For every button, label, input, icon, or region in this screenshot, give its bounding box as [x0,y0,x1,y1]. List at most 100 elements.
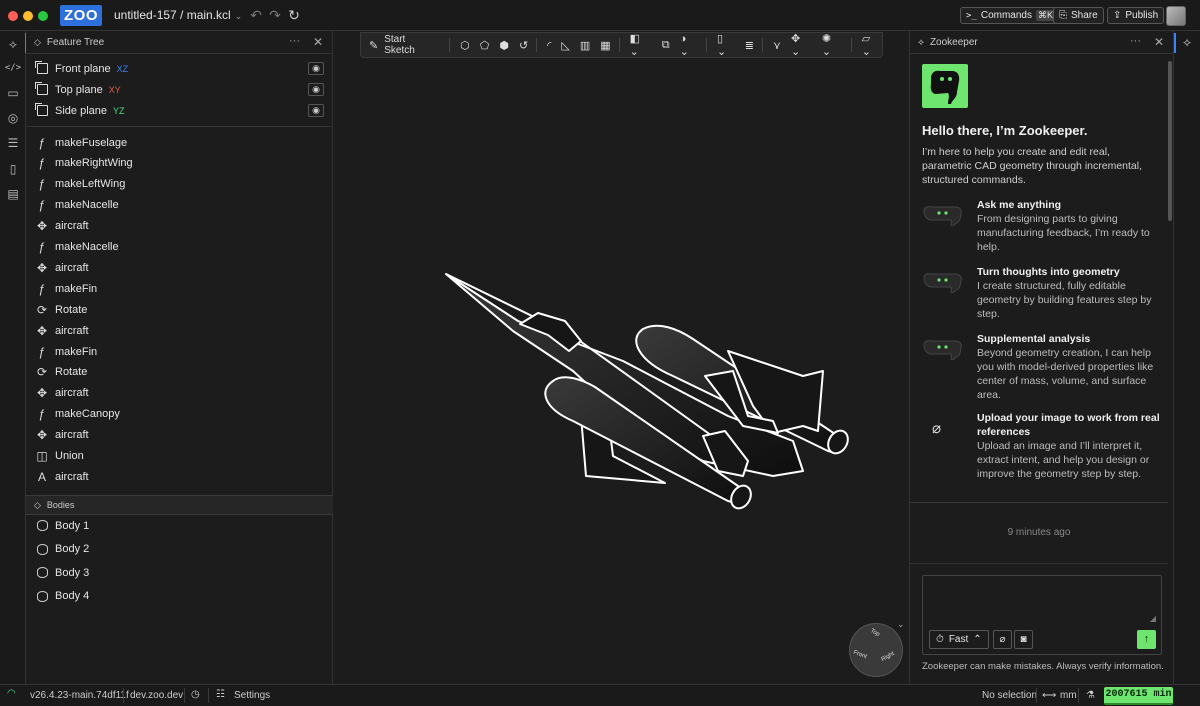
feature-label: aircraft [55,429,89,442]
hide-eye-icon[interactable]: ◉ [308,104,324,117]
feature-row[interactable]: ◫ Union [26,446,333,467]
file-icon[interactable]: ▯ [4,160,22,178]
share-icon: ⎘ [1059,10,1067,21]
cylinder-icon [35,589,49,603]
logs-icon[interactable]: ▤ [4,185,22,203]
feature-row[interactable]: ƒ makeNacelle [26,237,333,258]
refresh-icon[interactable]: ↻ [285,6,303,24]
feature-row[interactable]: ƒ makeCanopy [26,404,333,425]
list-icon[interactable]: ☰ [4,134,22,152]
publish-button[interactable]: ⇪ Publish [1107,7,1165,24]
feature-row[interactable]: ✥ aircraft [26,425,333,446]
body-label: Body 3 [55,566,90,579]
resize-handle-icon[interactable]: ◢ [1150,614,1156,623]
zookeeper-mascot-icon [922,64,968,108]
plane-axis: XZ [116,63,129,74]
feature-row[interactable]: ✥ aircraft [26,383,333,404]
hide-eye-icon[interactable]: ◉ [308,83,324,96]
app-window: ZOO untitled-157 / main.kcl ⌄ ↶ ↷ ↻ >_ Co… [0,0,1200,706]
rotate-icon: ⟳ [36,302,48,317]
commands-button[interactable]: >_ Commands ⌘K [960,7,1061,24]
wifi-icon[interactable]: ◠ [7,688,16,699]
terminal-icon: >_ [966,10,977,21]
status-divider [208,688,209,703]
feature-row[interactable]: ƒ makeFin [26,341,333,362]
units-button[interactable]: mm [1060,690,1077,701]
share-button[interactable]: ⎘ Share [1053,7,1104,24]
view-cube[interactable]: Top Front Right [849,623,903,677]
feature-row[interactable]: Aaircraft [26,466,333,487]
zookeeper-title: Zookeeper [929,36,978,48]
feature-label: makeFin [55,345,98,358]
plane-label: Side plane [55,104,107,117]
view-cube-front[interactable]: Front [852,650,867,660]
feature-row[interactable]: ƒ makeFin [26,278,333,299]
camera-icon[interactable]: ◙ [1014,630,1033,649]
zookeeper-panel: ⟡ Zookeeper ··· ✕ Hello there, I’m Zooke… [909,31,1173,684]
avatar[interactable] [1166,6,1186,26]
more-options-icon[interactable]: ··· [289,35,300,47]
feature-label: aircraft [55,470,89,483]
undo-icon[interactable]: ↶ [247,6,265,24]
scrollbar[interactable] [1168,61,1172,221]
close-icon[interactable]: ✕ [1154,35,1164,49]
version-label[interactable]: v26.4.23-main.74df11f [30,690,129,701]
env-label[interactable]: dev.zoo.dev [130,690,183,701]
zoo-logo[interactable]: ZOO [60,5,102,26]
plane-row[interactable]: Top plane XY ◉ [26,79,333,100]
view-cube-right[interactable]: Right [880,651,895,663]
feature-row[interactable]: ƒ makeFuselage [26,132,333,153]
plane-label: Front plane [55,62,111,75]
hide-eye-icon[interactable]: ◉ [308,62,324,75]
minimize-window-button[interactable] [23,11,33,21]
redo-icon[interactable]: ↷ [266,6,284,24]
body-label: Body 1 [55,519,90,532]
compass-icon[interactable]: ◎ [4,109,22,127]
close-icon[interactable]: ✕ [313,35,323,49]
chat-input[interactable]: ◢ ⏱ Fast ⌃ ⌀ ◙ ↑ [922,575,1162,655]
feature-row[interactable]: ⟳ Rotate [26,362,333,383]
chevron-down-icon[interactable]: ⌄ [897,619,905,630]
feature-row[interactable]: ⟳ Rotate [26,299,333,320]
zoom-window-button[interactable] [38,11,48,21]
mode-select[interactable]: ⏱ Fast ⌃ [929,630,989,649]
cylinder-icon [35,566,49,580]
body-row[interactable]: Body 4 [26,586,333,607]
capability-title: Ask me anything [977,199,1062,211]
feature-row[interactable]: ƒ makeLeftWing [26,174,333,195]
plane-row[interactable]: Side plane YZ ◉ [26,100,333,121]
plane-row[interactable]: Front plane XZ ◉ [26,58,333,79]
project-menu[interactable]: untitled-157 / main.kcl ⌄ [114,8,242,22]
feature-tree-icon[interactable]: ⟡ [4,35,22,53]
feature-tree-title: Feature Tree [46,36,105,48]
feature-row[interactable]: ✥ aircraft [26,257,333,278]
code-icon[interactable]: </> [4,59,22,77]
send-button[interactable]: ↑ [1137,630,1156,649]
ruler-icon: ⟷ [1042,690,1057,701]
divider [26,126,333,127]
feature-row[interactable]: ƒ makeRightWing [26,153,333,174]
body-row[interactable]: Body 1 [26,515,333,536]
body-row[interactable]: Body 3 [26,562,333,583]
close-window-button[interactable] [8,11,18,21]
body-row[interactable]: Body 2 [26,539,333,560]
settings-button[interactable]: Settings [234,690,270,701]
feature-row[interactable]: ✥ aircraft [26,216,333,237]
more-options-icon[interactable]: ··· [1130,35,1141,47]
plane-icon [34,61,49,76]
timer-icon[interactable]: ◷ [191,689,200,700]
flask-icon[interactable]: ⚗ [1086,690,1095,701]
attach-icon[interactable]: ⌀ [993,630,1012,649]
credits-badge[interactable]: 2007615 min [1104,687,1173,705]
zookeeper-mascot-icon [923,206,962,226]
feature-row[interactable]: ƒ makeNacelle [26,195,333,216]
view-cube-top[interactable]: Top [869,628,880,638]
feature-row[interactable]: ✥ aircraft [26,320,333,341]
text-icon: A [37,469,46,484]
folder-icon[interactable]: ▭ [4,84,22,102]
sparkle-icon[interactable]: ✧ [1182,36,1192,50]
commands-label: Commands [980,10,1032,21]
feature-label: aircraft [55,220,89,233]
aircraft-model[interactable] [333,31,909,684]
3d-viewport[interactable]: ✎ Start Sketch ⬡ ⬠ ⬢ ↺ ◜ ◺ ▥ ▦ ◧ ⌄ ⧉ ◑ ⌄… [333,31,909,684]
